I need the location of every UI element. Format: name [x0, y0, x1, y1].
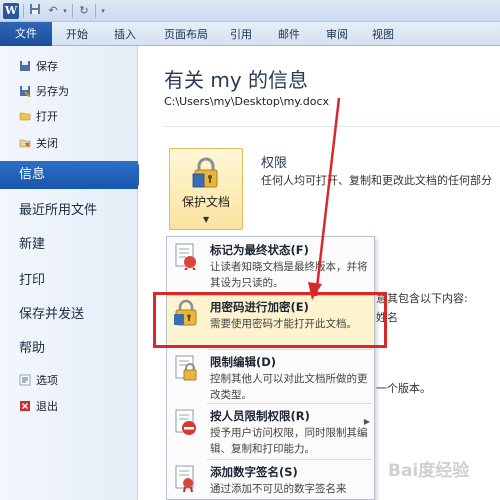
restrict-permission-description: 授予用户访问权限，同时限制其编辑、复制和打印能力。	[210, 427, 368, 455]
save-icon	[18, 60, 31, 73]
quick-access-divider	[72, 4, 73, 18]
menu-item-restrict-editing[interactable]: 限制编辑(D) 控制其他人可以对此文档所做的更改类型。	[167, 351, 374, 401]
nav-info[interactable]: 信息	[0, 161, 148, 189]
tab-home[interactable]: 开始	[60, 25, 94, 45]
options-icon	[18, 374, 31, 387]
save-as-icon	[18, 85, 31, 98]
section-divider	[164, 126, 500, 127]
tab-mailings[interactable]: 邮件	[272, 25, 306, 45]
watermark: Bai度经验	[388, 461, 470, 481]
nav-options-label: 选项	[36, 374, 58, 387]
digital-signature-icon	[173, 464, 199, 493]
nav-save-label: 保存	[36, 60, 58, 73]
customize-quick-access-icon[interactable]: ▾	[98, 3, 108, 19]
nav-close-label: 关闭	[36, 137, 58, 150]
protect-document-menu: 标记为最终状态(F) 让读者知晓文档是最终版本，并将其设为只读的。 用密码进行加…	[166, 236, 375, 500]
menu-item-digital-signature[interactable]: 添加数字签名(S) 通过添加不可见的数字签名来	[167, 461, 374, 499]
nav-info-label: 信息	[19, 167, 46, 182]
nav-exit-label: 退出	[36, 400, 58, 413]
close-document-icon	[18, 137, 31, 150]
restrict-editing-description: 控制其他人可以对此文档所做的更改类型。	[210, 373, 368, 401]
save-icon[interactable]	[28, 3, 42, 19]
undo-icon[interactable]: ↶	[46, 3, 60, 19]
quick-access-divider	[95, 4, 96, 18]
menu-item-restrict-permission[interactable]: 按人员限制权限(R) 授予用户访问权限，同时限制其编辑、复制和打印能力。 ▶	[167, 405, 374, 457]
mark-final-title: 标记为最终状态(F)	[210, 243, 309, 257]
page-title: 有关 my 的信息	[164, 68, 309, 92]
permissions-heading: 权限	[261, 156, 288, 171]
chevron-down-icon: ▼	[203, 215, 210, 224]
nav-help[interactable]: 帮助	[0, 335, 138, 363]
lock-icon	[192, 157, 220, 189]
backstage-nav: 保存 另存为 打开 关闭 信息 最近所用文件 新建 打印 保存并发送 帮助 选项	[0, 46, 148, 500]
protect-document-button[interactable]: 保护文档 ▼	[169, 148, 243, 230]
redo-icon[interactable]: ↻	[77, 3, 91, 19]
nav-print[interactable]: 打印	[0, 267, 138, 295]
restrict-editing-title: 限制编辑(D)	[210, 355, 277, 369]
nav-save-as-label: 另存为	[36, 85, 69, 98]
digital-signature-description: 通过添加不可见的数字签名来	[210, 483, 347, 495]
tab-references[interactable]: 引用	[224, 25, 258, 45]
versions-description: 一个版本。	[376, 382, 431, 395]
restrict-permission-title: 按人员限制权限(R)	[210, 409, 310, 423]
nav-save-send[interactable]: 保存并发送	[0, 301, 138, 329]
quick-access-divider	[23, 4, 24, 18]
menu-item-mark-final[interactable]: 标记为最终状态(F) 让读者知晓文档是最终版本，并将其设为只读的。	[167, 239, 374, 293]
ribbon-tabs: 文件 开始 插入 页面布局 引用 邮件 审阅 视图	[0, 22, 500, 46]
permissions-description: 任何人均可打开、复制和更改此文档的任何部分	[261, 174, 492, 187]
nav-open-label: 打开	[36, 110, 58, 123]
document-path: C:\Users\my\Desktop\my.docx	[164, 95, 330, 108]
mark-as-final-icon	[173, 242, 199, 271]
menu-divider	[207, 349, 372, 350]
title-bar: W ↶ ▾ ↻ ▾	[0, 0, 500, 22]
nav-new[interactable]: 新建	[0, 231, 138, 259]
digital-signature-title: 添加数字签名(S)	[210, 465, 298, 479]
restrict-permission-icon	[173, 408, 199, 436]
tab-file[interactable]: 文件	[0, 22, 52, 46]
folder-open-icon	[18, 110, 31, 123]
tab-page-layout[interactable]: 页面布局	[158, 25, 214, 45]
restrict-editing-icon	[173, 354, 199, 382]
tab-insert[interactable]: 插入	[108, 25, 142, 45]
menu-divider	[207, 403, 372, 404]
mark-final-description: 让读者知晓文档是最终版本，并将其设为只读的。	[210, 261, 368, 289]
chevron-right-icon: ▶	[363, 417, 370, 426]
word-logo-icon: W	[3, 3, 19, 19]
tab-review[interactable]: 审阅	[320, 25, 354, 45]
undo-dropdown-icon[interactable]: ▾	[60, 3, 70, 19]
protect-document-label: 保护文档	[181, 195, 230, 209]
exit-icon	[18, 400, 31, 413]
menu-divider	[207, 459, 372, 460]
tab-view[interactable]: 视图	[366, 25, 400, 45]
inspect-description: 意其包含以下内容:	[376, 292, 468, 305]
highlight-box	[153, 292, 387, 348]
nav-recent[interactable]: 最近所用文件	[0, 197, 138, 225]
